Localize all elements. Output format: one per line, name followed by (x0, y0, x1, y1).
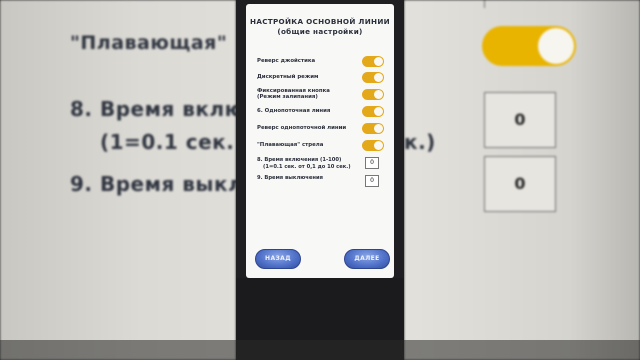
toggle-row-single-flow-line[interactable]: 6. Однопоточная линия (257, 105, 384, 117)
bg-on-time-value: 0 (514, 110, 526, 129)
on-time-input[interactable]: 0 (365, 157, 379, 169)
title-line1: НАСТРОЙКА ОСНОВНОЙ ЛИНИИ (250, 17, 390, 26)
toggle-label: Дискретный режим (257, 73, 319, 80)
toggle-row-joystick-reverse[interactable]: Реверс джойстика (257, 55, 384, 67)
bg-item8-line1: 8. Время вклю (70, 97, 236, 121)
toggle-label: "Плавающая" стрела (257, 141, 324, 148)
toggle-row-floating-boom[interactable]: "Плавающая" стрела (257, 139, 384, 151)
bg-floating-label: "Плавающая" (70, 32, 228, 54)
toggle-label: 6. Однопоточная линия (257, 107, 331, 114)
bg-floating-toggle (482, 26, 576, 66)
on-time-row: 8. Время включения (1-100) (1=0.1 сек. о… (257, 157, 379, 171)
bottom-shadow (0, 340, 640, 360)
on-time-hint: (1=0.1 сек. от 0,1 до 10 сек.) (263, 164, 351, 170)
toggle-switch[interactable] (362, 88, 384, 100)
bg-off-time-value: 0 (514, 174, 526, 193)
bg-divider (484, 0, 485, 8)
screen-title: НАСТРОЙКА ОСНОВНОЙ ЛИНИИ (общие настройк… (246, 17, 394, 37)
toggle-switch[interactable] (362, 55, 384, 67)
on-time-label: 8. Время включения (1-100) (257, 157, 342, 163)
bg-item8-suffix: к.) (404, 130, 436, 154)
bg-item9: 9. Время выкл (70, 172, 236, 196)
on-time-labels: 8. Время включения (1-100) (1=0.1 сек. о… (257, 157, 351, 171)
next-button[interactable]: ДАЛЕЕ (344, 249, 390, 269)
toggle-switch[interactable] (362, 105, 384, 117)
off-time-row: 9. Время выключения 0 (257, 175, 379, 187)
bg-item8-line2: (1=0.1 сек. (100, 130, 235, 154)
back-button[interactable]: НАЗАД (255, 249, 301, 269)
toggle-label: Реверс джойстика (257, 57, 316, 64)
settings-screen: НАСТРОЙКА ОСНОВНОЙ ЛИНИИ (общие настройк… (246, 4, 394, 278)
toggle-switch[interactable] (362, 139, 384, 151)
background-left-panel: "Плавающая" 8. Время вклю (1=0.1 сек. 9.… (0, 0, 236, 360)
off-time-label: 9. Время выключения (257, 175, 323, 181)
background-right-panel: к.) 0 0 (404, 0, 640, 360)
toggle-switch[interactable] (362, 71, 384, 83)
toggle-switch[interactable] (362, 122, 384, 134)
off-time-input[interactable]: 0 (365, 175, 379, 187)
toggle-row-single-flow-reverse[interactable]: Реверс однопоточной линии (257, 122, 384, 134)
bg-on-time-box: 0 (484, 92, 556, 148)
toggle-row-fixed-button[interactable]: Фиксированная кнопка (Режим залипания) (257, 86, 384, 102)
bg-off-time-box: 0 (484, 156, 556, 212)
toggle-label: Фиксированная кнопка (Режим залипания) (257, 87, 330, 101)
toggle-label: Реверс однопоточной линии (257, 124, 347, 131)
title-line2: (общие настройки) (277, 27, 363, 36)
toggle-row-discrete-mode[interactable]: Дискретный режим (257, 71, 384, 83)
